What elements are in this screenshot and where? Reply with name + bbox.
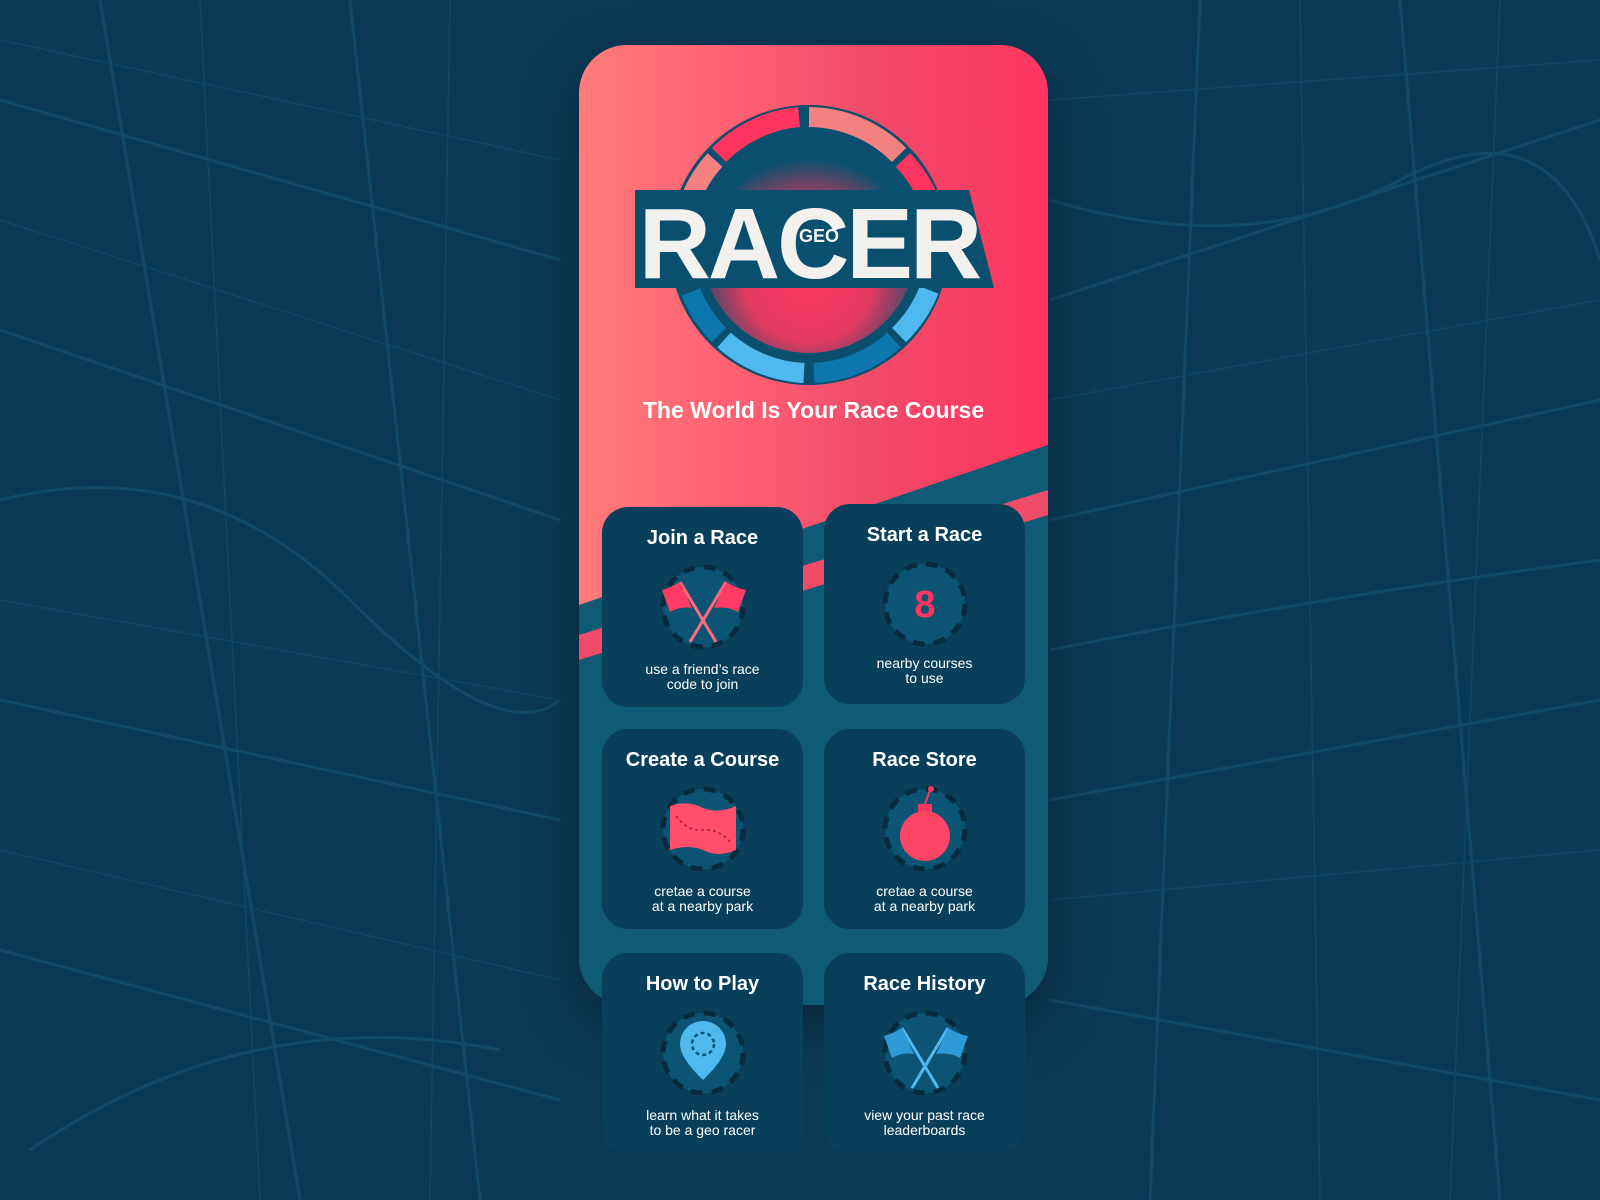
tagline: The World Is Your Race Course — [642, 397, 985, 423]
card-description: use a friend’s race code to join — [645, 661, 760, 692]
card-description: learn what it takes to be a geo racer — [646, 1107, 759, 1138]
geo-racer-logo: RACER GEO — [635, 105, 994, 385]
card-description: view your past race leaderboards — [864, 1107, 985, 1138]
card-title: Create a Course — [625, 749, 780, 771]
card-title: Join a Race — [646, 527, 759, 549]
card-title: Race Store — [872, 749, 977, 771]
join-race-card[interactable]: Join a Race use a friend’s race code to … — [602, 507, 803, 707]
card-title: Race History — [863, 973, 986, 995]
card-description: nearby courses to use — [876, 655, 973, 686]
crossed-flags-icon — [660, 564, 746, 650]
card-description: cretae a course at a nearby park — [651, 883, 754, 914]
map-icon — [660, 786, 746, 872]
race-history-card[interactable]: Race History view your past race leaderb… — [824, 953, 1025, 1153]
card-title: Start a Race — [866, 524, 983, 546]
how-to-play-card[interactable]: How to Play learn what it takes to be a … — [602, 953, 803, 1153]
card-title: How to Play — [645, 973, 760, 995]
card-description: cretae a course at a nearby park — [873, 883, 976, 914]
create-course-card[interactable]: Create a Course cretae a course at a nea… — [602, 729, 803, 929]
logo-geo-text: GEO — [799, 226, 839, 246]
bomb-icon — [882, 786, 968, 872]
start-race-card[interactable]: Start a Race 8 nearby courses to use — [824, 504, 1025, 704]
location-pin-icon — [660, 1010, 746, 1096]
nearby-count: 8 — [914, 584, 935, 626]
crossed-flags-blue-icon — [882, 1010, 968, 1096]
race-store-card[interactable]: Race Store cretae a course at a nearby p… — [824, 729, 1025, 929]
nearby-count-badge: 8 — [882, 561, 968, 647]
